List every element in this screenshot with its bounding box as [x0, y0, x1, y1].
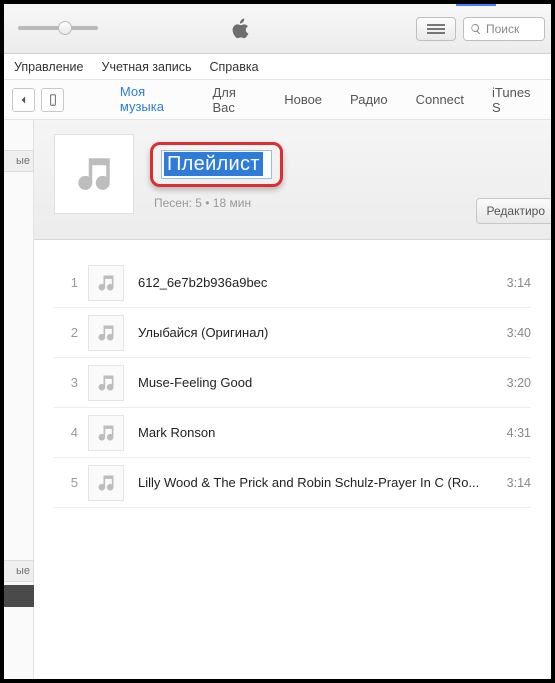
list-icon: [427, 22, 445, 36]
tab-new[interactable]: Новое: [270, 86, 336, 113]
track-row[interactable]: 3 Muse-Feeling Good 3:20: [54, 358, 531, 408]
tab-connect[interactable]: Connect: [402, 86, 478, 113]
device-button[interactable]: [41, 88, 64, 112]
tab-my-music[interactable]: Моя музыка: [106, 78, 199, 122]
music-note-icon: [73, 153, 115, 195]
track-duration: 3:14: [481, 476, 531, 490]
track-number: 3: [54, 375, 78, 390]
track-art: [88, 465, 124, 501]
search-icon: [470, 23, 482, 35]
track-number: 2: [54, 325, 78, 340]
track-title: 612_6e7b2b936a9bec: [138, 275, 481, 290]
track-art: [88, 365, 124, 401]
menu-bar: Управление Учетная запись Справка: [4, 54, 551, 80]
track-title: Lilly Wood & The Prick and Robin Schulz-…: [138, 475, 481, 490]
playlist-title-highlight: Плейлист: [150, 142, 283, 187]
track-title: Muse-Feeling Good: [138, 375, 481, 390]
track-duration: 4:31: [481, 426, 531, 440]
music-note-icon: [96, 373, 116, 393]
track-duration: 3:14: [481, 276, 531, 290]
track-row[interactable]: 4 Mark Ronson 4:31: [54, 408, 531, 458]
volume-thumb[interactable]: [58, 21, 72, 35]
track-row[interactable]: 5 Lilly Wood & The Prick and Robin Schul…: [54, 458, 531, 508]
search-input[interactable]: Поиск: [463, 17, 545, 41]
track-list: 1 612_6e7b2b936a9bec 3:14 2 Улыбайся (Ор…: [34, 240, 551, 518]
track-duration: 3:20: [481, 376, 531, 390]
apple-logo-icon: [229, 16, 251, 47]
track-art: [88, 315, 124, 351]
track-number: 5: [54, 475, 78, 490]
track-row[interactable]: 1 612_6e7b2b936a9bec 3:14: [54, 258, 531, 308]
track-row[interactable]: 2 Улыбайся (Оригинал) 3:40: [54, 308, 531, 358]
menu-help[interactable]: Справка: [210, 60, 259, 74]
tab-store[interactable]: iTunes S: [478, 79, 551, 121]
sidebar: ые ые: [4, 120, 34, 679]
menu-manage[interactable]: Управление: [14, 60, 84, 74]
playlist-meta: Песен: 5 • 18 мин: [154, 196, 251, 210]
sidebar-item[interactable]: ые: [4, 560, 34, 582]
track-title: Mark Ronson: [138, 425, 481, 440]
music-note-icon: [96, 423, 116, 443]
playlist-name-input[interactable]: Плейлист: [161, 150, 272, 179]
track-duration: 3:40: [481, 326, 531, 340]
main-content: Плейлист Песен: 5 • 18 мин Редактиро 1 6…: [34, 120, 551, 679]
music-note-icon: [96, 473, 116, 493]
tab-radio[interactable]: Радио: [336, 86, 402, 113]
back-menu-button[interactable]: [12, 88, 35, 112]
track-art: [88, 415, 124, 451]
sidebar-item[interactable]: ые: [4, 150, 34, 172]
menu-account[interactable]: Учетная запись: [102, 60, 192, 74]
track-number: 1: [54, 275, 78, 290]
tab-for-you[interactable]: Для Вас: [198, 79, 270, 121]
track-number: 4: [54, 425, 78, 440]
tabs-row: Моя музыка Для Вас Новое Радио Connect i…: [4, 80, 551, 120]
playlist-header: Плейлист Песен: 5 • 18 мин Редактиро: [34, 120, 551, 240]
top-toolbar: Поиск: [4, 4, 551, 54]
chevron-left-icon: [17, 93, 31, 107]
track-art: [88, 265, 124, 301]
music-note-icon: [96, 323, 116, 343]
edit-button[interactable]: Редактиро: [476, 198, 552, 224]
playlist-artwork: [54, 134, 134, 214]
track-title: Улыбайся (Оригинал): [138, 325, 481, 340]
search-placeholder: Поиск: [486, 22, 519, 36]
phone-icon: [46, 93, 60, 107]
view-list-button[interactable]: [416, 17, 456, 41]
music-note-icon: [96, 273, 116, 293]
window-accent-tab: [456, 4, 496, 6]
sidebar-item-selected[interactable]: [4, 585, 34, 607]
playlist-name-text: Плейлист: [164, 152, 263, 176]
volume-slider[interactable]: [18, 26, 98, 30]
